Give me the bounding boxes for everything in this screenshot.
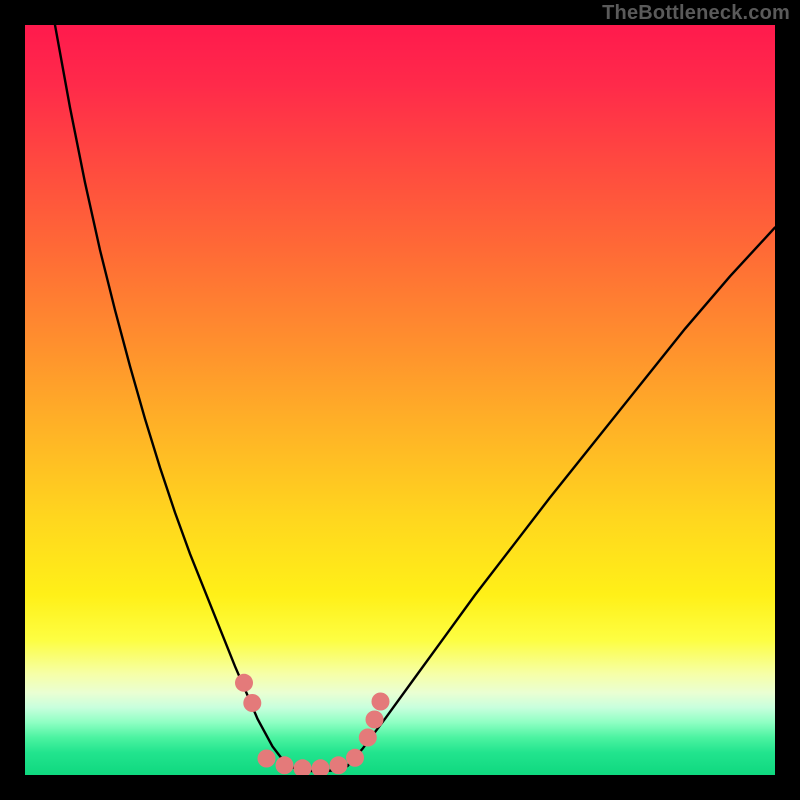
marker-dot [346, 749, 364, 767]
right-curve [348, 228, 776, 767]
chart-svg [25, 25, 775, 775]
chart-frame: TheBottleneck.com [0, 0, 800, 800]
left-curve [55, 25, 288, 766]
marker-dot [330, 756, 348, 774]
marker-dot [276, 756, 294, 774]
marker-dot [258, 750, 276, 768]
marker-dot [366, 711, 384, 729]
marker-dot [359, 729, 377, 747]
marker-dot [312, 759, 330, 775]
marker-dot [235, 674, 253, 692]
curve-group [55, 25, 775, 771]
marker-dot [294, 759, 312, 775]
marker-dot [372, 693, 390, 711]
watermark-text: TheBottleneck.com [602, 2, 790, 25]
marker-group [235, 674, 390, 775]
marker-dot [243, 694, 261, 712]
plot-area [25, 25, 775, 775]
